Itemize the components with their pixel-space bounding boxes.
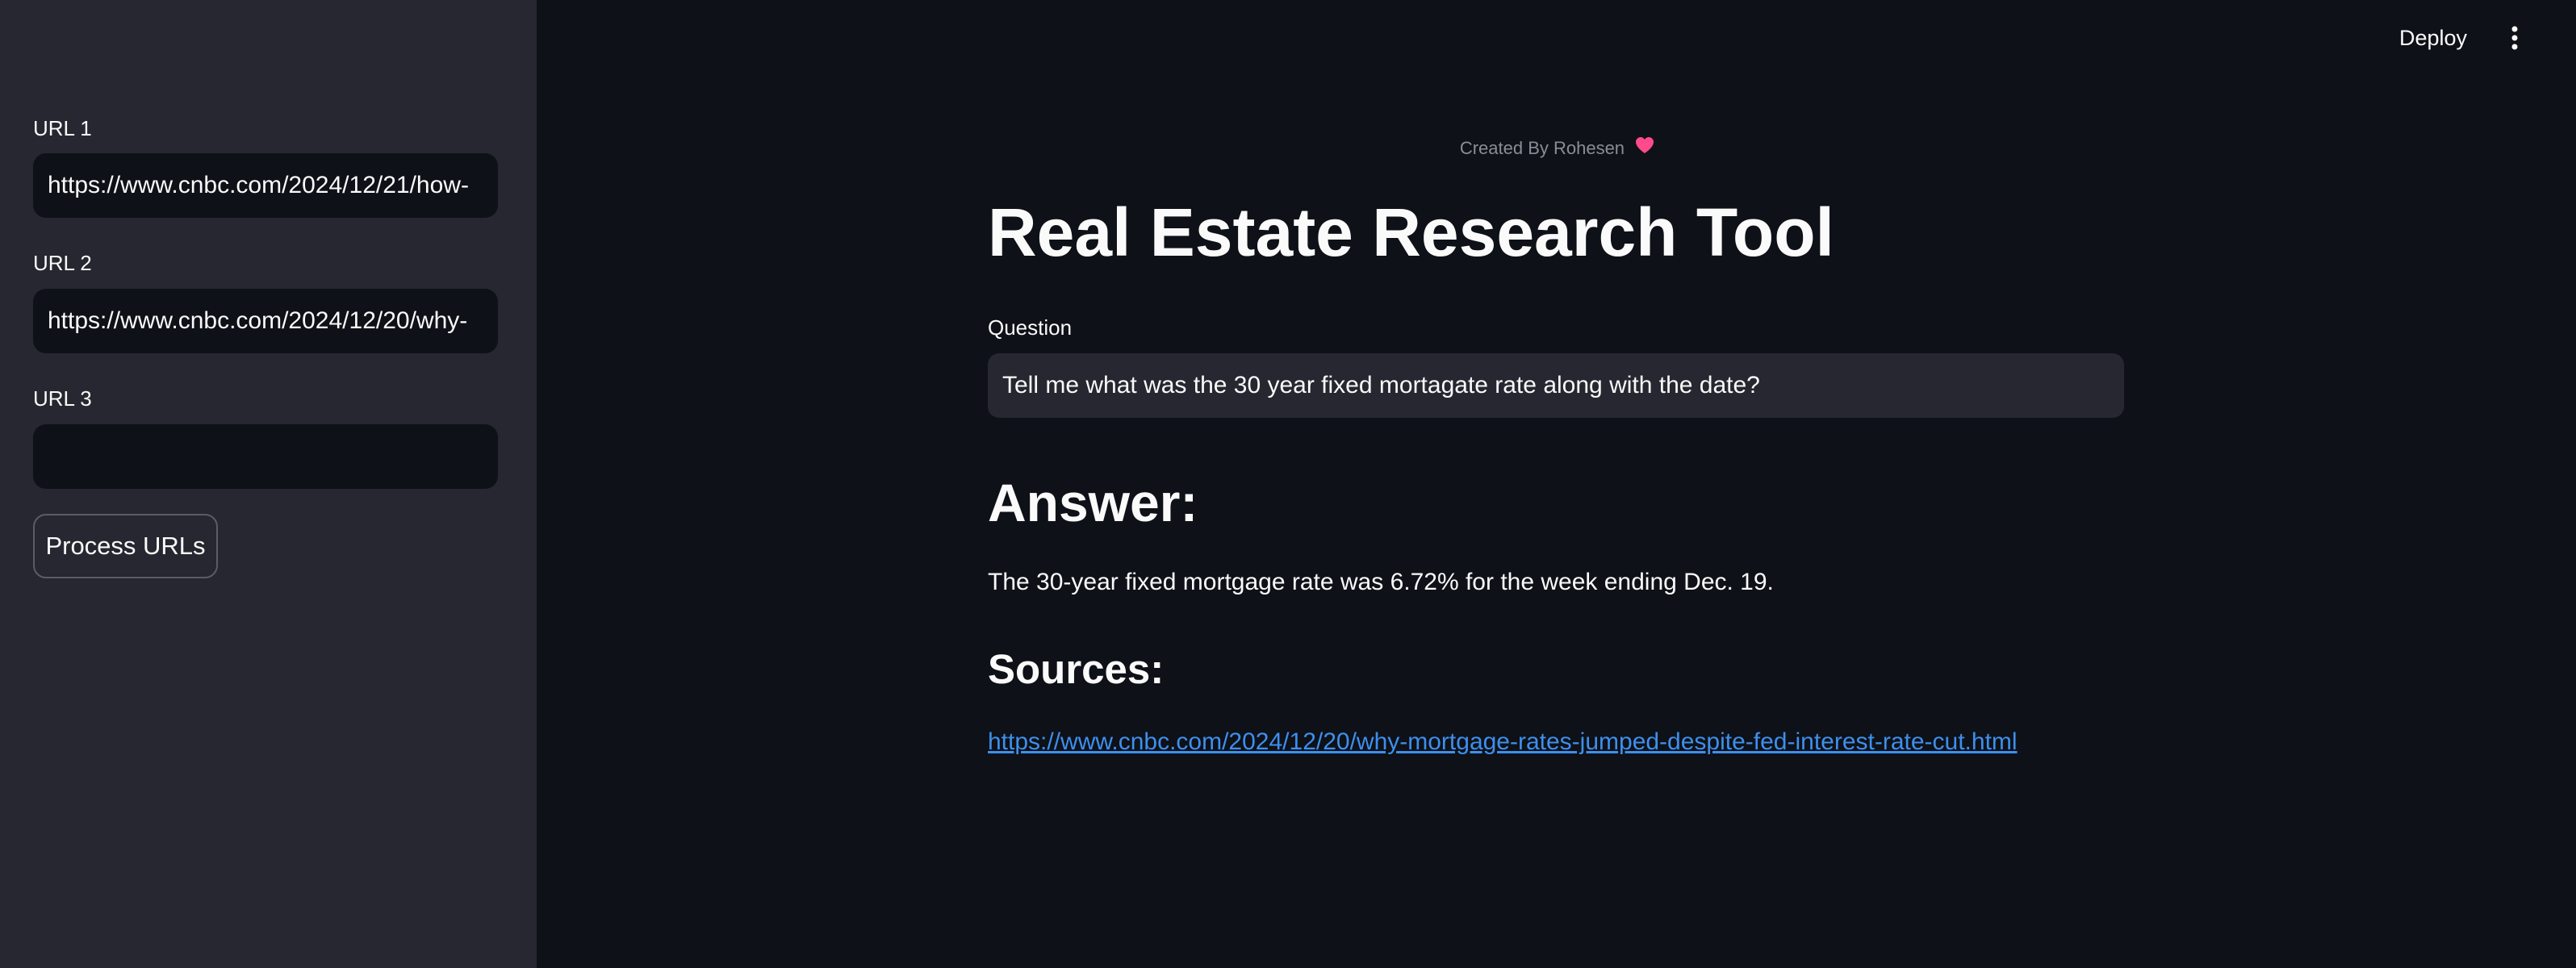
page-title: Real Estate Research Tool: [988, 194, 1834, 270]
credit-line: Created By Rohesen: [1114, 137, 2001, 161]
heart-icon: [1634, 136, 1655, 160]
url1-label: URL 1: [33, 116, 92, 140]
app-root: URL 1 URL 2 URL 3 Process URLs Deploy Cr…: [0, 0, 2576, 968]
url2-input[interactable]: [33, 289, 498, 353]
question-label: Question: [988, 315, 1073, 340]
more-vertical-icon: [2511, 26, 2518, 50]
deploy-button[interactable]: Deploy: [2389, 18, 2478, 58]
credit-text: Created By Rohesen: [1459, 137, 1625, 158]
url2-label: URL 2: [33, 251, 92, 275]
source-link[interactable]: https://www.cnbc.com/2024/12/20/why-mort…: [988, 728, 2018, 756]
sources-heading: Sources:: [988, 646, 1165, 692]
answer-text: The 30-year fixed mortgage rate was 6.72…: [988, 569, 1774, 595]
question-input[interactable]: [988, 353, 2124, 418]
url3-label: URL 3: [33, 386, 92, 411]
url3-input[interactable]: [33, 424, 498, 489]
answer-heading: Answer:: [988, 473, 1198, 532]
process-urls-button[interactable]: Process URLs: [33, 514, 218, 578]
sidebar: URL 1 URL 2 URL 3 Process URLs: [0, 0, 537, 968]
main-menu-button[interactable]: [2498, 18, 2532, 58]
url1-input[interactable]: [33, 153, 498, 218]
